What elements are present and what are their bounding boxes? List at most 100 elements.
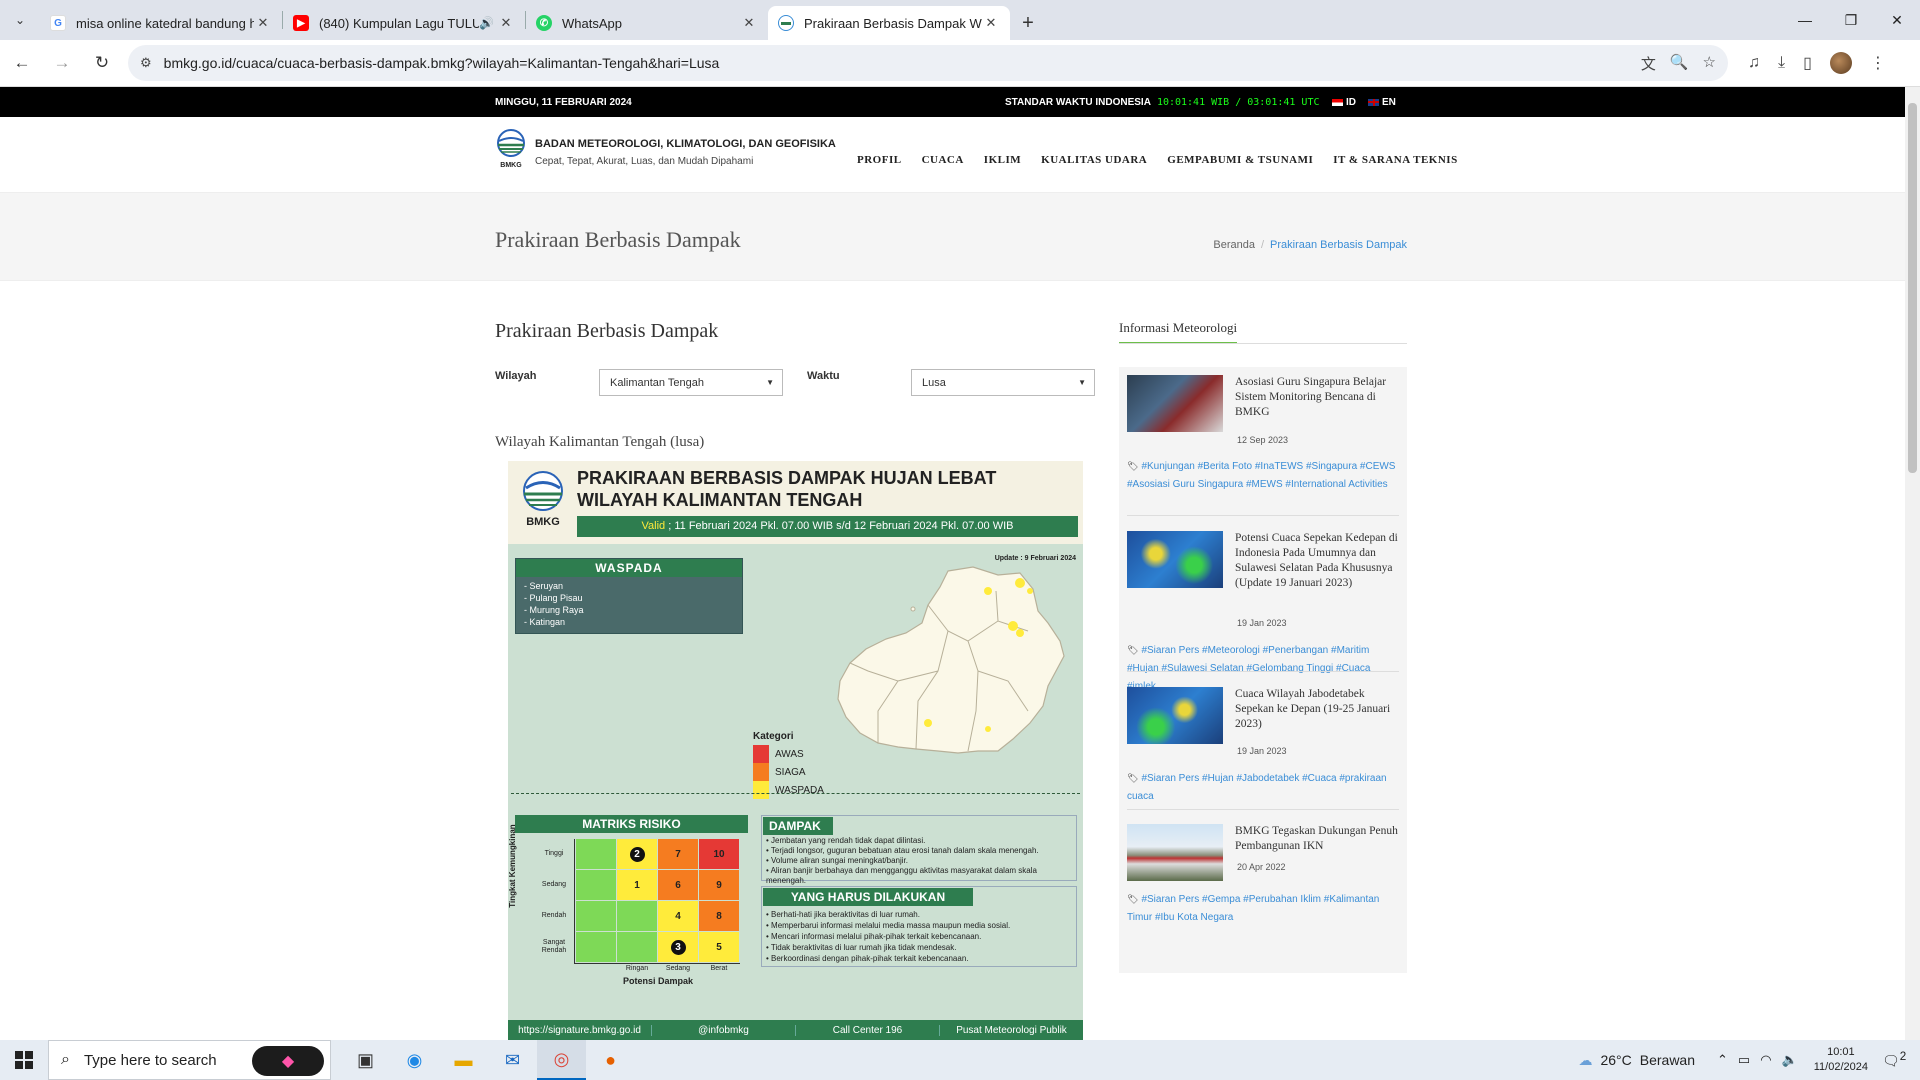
- wilayah-select[interactable]: Kalimantan Tengah ▼: [599, 369, 783, 396]
- waspada-item: - Katingan: [524, 617, 566, 627]
- lang-en-link[interactable]: EN: [1368, 97, 1396, 108]
- tab-title: misa online katedral bandung h: [76, 15, 254, 31]
- menu-kualitas-udara[interactable]: KUALITAS UDARA: [1041, 154, 1147, 166]
- tab-2[interactable]: ▶ (840) Kumpulan Lagu TULU 🔊 ✕: [283, 6, 525, 40]
- risk-matrix: 2 7 10 1 6 9 4 8 3 5: [576, 839, 739, 962]
- windows-start-button[interactable]: [0, 1040, 48, 1080]
- more-menu-icon[interactable]: ⋮: [1870, 53, 1886, 73]
- page-scrollbar[interactable]: [1905, 87, 1920, 1040]
- back-icon[interactable]: ←: [4, 45, 40, 81]
- side-panel-icon[interactable]: ▯: [1803, 53, 1812, 73]
- minimize-icon[interactable]: —: [1782, 0, 1828, 40]
- tag-list[interactable]: #Siaran Pers #Gempa #Perubahan Iklim #Ka…: [1127, 894, 1379, 923]
- wilayah-value: Kalimantan Tengah: [610, 377, 704, 389]
- close-icon[interactable]: ✕: [982, 15, 1000, 31]
- news-thumbnail[interactable]: [1127, 375, 1223, 432]
- download-icon[interactable]: ⤓: [1778, 54, 1785, 72]
- matrix-cell-value: 9: [716, 879, 722, 891]
- profile-avatar[interactable]: [1829, 52, 1852, 74]
- reload-icon[interactable]: ↻: [84, 45, 120, 81]
- bmkg-logo[interactable]: BMKG: [495, 129, 527, 169]
- bmkg-logo: BMKG: [523, 471, 563, 528]
- news-title[interactable]: Cuaca Wilayah Jabodetabek Sepekan ke Dep…: [1235, 687, 1399, 732]
- tab-1[interactable]: G misa online katedral bandung h ✕: [40, 6, 282, 40]
- harus-title: YANG HARUS DILAKUKAN: [763, 888, 973, 906]
- waspada-title: WASPADA: [516, 559, 742, 577]
- whatsapp-icon: ✆: [536, 15, 552, 31]
- menu-iklim[interactable]: IKLIM: [984, 154, 1021, 166]
- file-explorer-icon[interactable]: ▬: [439, 1040, 488, 1080]
- taskbar-search[interactable]: ⌕ Type here to search ◆: [48, 1040, 331, 1080]
- google-icon: G: [50, 15, 66, 31]
- tab-title: Prakiraan Berbasis Dampak Wil: [804, 15, 982, 31]
- translate-icon[interactable]: 文: [1641, 53, 1656, 74]
- news-title[interactable]: Asosiasi Guru Singapura Belajar Sistem M…: [1235, 375, 1399, 420]
- task-view-icon[interactable]: ▣: [341, 1040, 390, 1080]
- restore-icon[interactable]: ❐: [1828, 0, 1874, 40]
- edge-icon[interactable]: ◉: [390, 1040, 439, 1080]
- news-thumbnail[interactable]: [1127, 824, 1223, 881]
- region-map: [837, 566, 1065, 754]
- news-thumbnail[interactable]: [1127, 687, 1223, 744]
- tag-list[interactable]: #Siaran Pers #Hujan #Jabodetabek #Cuaca …: [1127, 773, 1387, 802]
- chrome-icon[interactable]: ◎: [537, 1040, 586, 1080]
- waktu-select[interactable]: Lusa ▼: [911, 369, 1095, 396]
- wifi-icon[interactable]: ◠: [1760, 1052, 1771, 1068]
- news-title[interactable]: Potensi Cuaca Sepekan Kedepan di Indones…: [1235, 531, 1399, 591]
- harus-box: YANG HARUS DILAKUKAN • Berhati-hati jika…: [761, 886, 1077, 967]
- close-icon[interactable]: ✕: [740, 15, 758, 31]
- web-page: MINGGU, 11 FEBRUARI 2024 STANDAR WAKTU I…: [0, 87, 1905, 1040]
- close-icon[interactable]: ✕: [254, 15, 272, 31]
- close-icon[interactable]: ✕: [497, 15, 515, 31]
- news-date: 12 Sep 2023: [1237, 435, 1289, 445]
- divider: [1127, 515, 1399, 516]
- menu-cuaca[interactable]: CUACA: [922, 154, 964, 166]
- menu-profil[interactable]: PROFIL: [857, 154, 902, 166]
- tab-search-button[interactable]: ⌄: [0, 0, 40, 40]
- news-thumbnail[interactable]: [1127, 531, 1223, 588]
- firefox-icon[interactable]: ●: [586, 1040, 635, 1080]
- zoom-icon[interactable]: 🔍: [1670, 53, 1689, 74]
- bookmark-star-icon[interactable]: ☆: [1703, 53, 1716, 74]
- title-line-1: PRAKIRAAN BERBASIS DAMPAK HUJAN LEBAT: [577, 468, 997, 488]
- address-bar[interactable]: ⚙ bmkg.go.id/cuaca/cuaca-berbasis-dampak…: [128, 45, 1728, 81]
- device-icon[interactable]: ▭: [1738, 1052, 1750, 1068]
- youtube-icon: ▶: [293, 15, 309, 31]
- tab-3[interactable]: ✆ WhatsApp ✕: [526, 6, 768, 40]
- forward-icon[interactable]: →: [44, 45, 80, 81]
- media-control-icon[interactable]: ♫: [1748, 54, 1760, 72]
- matrix-col-label: Ringan: [625, 965, 649, 972]
- tab-4-active[interactable]: Prakiraan Berbasis Dampak Wil ✕: [768, 6, 1010, 40]
- volume-icon[interactable]: 🔈: [1782, 1052, 1798, 1068]
- matrix-col-label: Berat: [710, 965, 728, 972]
- tag-list[interactable]: #Kunjungan #Berita Foto #InaTEWS #Singap…: [1127, 461, 1395, 490]
- tag-list[interactable]: #Siaran Pers #Meteorologi #Penerbangan #…: [1127, 645, 1371, 692]
- url-text[interactable]: bmkg.go.id/cuaca/cuaca-berbasis-dampak.b…: [164, 55, 1641, 71]
- scrollbar-thumb[interactable]: [1908, 103, 1917, 473]
- tag-icon: 🏷: [1127, 645, 1139, 655]
- speaker-icon[interactable]: 🔊: [479, 16, 497, 30]
- new-tab-button[interactable]: +: [1010, 6, 1046, 40]
- news-date: 19 Jan 2023: [1237, 618, 1287, 628]
- close-window-icon[interactable]: ✕: [1874, 0, 1920, 40]
- matrix-cell: [576, 932, 616, 962]
- menu-gempabumi[interactable]: GEMPABUMI & TSUNAMI: [1167, 154, 1313, 166]
- legend-swatch: [753, 763, 769, 781]
- taskbar-clock[interactable]: 10:01 11/02/2024: [1814, 1045, 1868, 1075]
- lang-id-link[interactable]: ID: [1332, 97, 1356, 108]
- current-date: MINGGU, 11 FEBRUARI 2024: [495, 97, 632, 108]
- breadcrumb-home[interactable]: Beranda: [1213, 239, 1255, 251]
- menu-it-sarana[interactable]: IT & SARANA TEKNIS: [1333, 154, 1457, 166]
- site-info-icon[interactable]: ⚙: [140, 55, 152, 71]
- valid-text: ; 11 Februari 2024 Pkl. 07.00 WIB s/d 12…: [665, 520, 1014, 532]
- news-title[interactable]: BMKG Tegaskan Dukungan Penuh Pembangunan…: [1235, 824, 1399, 854]
- infographic-footer: https://signature.bmkg.go.id @infobmkg C…: [508, 1020, 1083, 1040]
- mail-icon[interactable]: ✉: [488, 1040, 537, 1080]
- matrix-cell: 6: [658, 870, 698, 900]
- notification-center[interactable]: 🗨2: [1882, 1050, 1910, 1070]
- region-title: Wilayah Kalimantan Tengah (lusa): [495, 434, 705, 450]
- divider: [1127, 809, 1399, 810]
- chevron-up-icon[interactable]: ⌃: [1717, 1052, 1728, 1068]
- weather-widget[interactable]: ☁ 26°C Berawan: [1578, 1052, 1695, 1069]
- copilot-icon[interactable]: ◆: [252, 1046, 324, 1076]
